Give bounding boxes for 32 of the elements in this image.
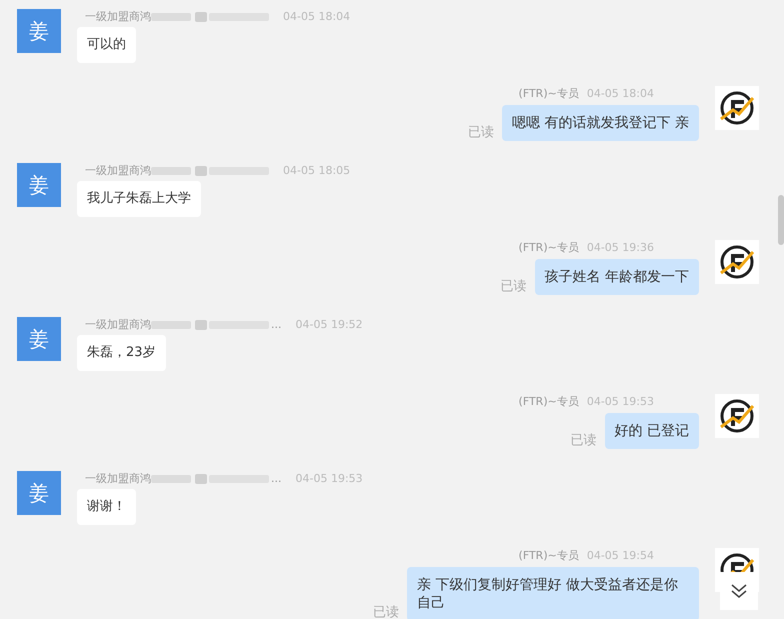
ellipsis: ... [271,316,282,333]
message-bubble: 好的 已登记 [604,413,699,449]
avatar: 姜 [17,9,61,53]
read-status: 已读 [500,279,527,294]
message-bubble: 朱磊，23岁 [77,335,166,371]
read-status: 已读 [373,605,399,619]
sender-name: (FTR)~专员 [518,394,579,410]
double-chevron-down-icon [730,582,748,600]
sender-name: 一级加盟商鸿 [85,8,151,25]
message-bubble: 嗯嗯 有的话就发我登记下 亲 [502,105,699,141]
message-bubble: 亲 下级们复制好管理好 做大受益者还是你自己 [407,567,699,619]
logo-avatar-icon [715,86,759,130]
avatar: 姜 [17,471,61,515]
avatar: 姜 [17,317,61,361]
message-bubble: 谢谢！ [77,489,136,525]
logo-avatar-icon [715,394,759,438]
sender-name: (FTR)~专员 [518,240,579,256]
sender-name: (FTR)~专员 [518,548,579,564]
read-status: 已读 [570,433,597,448]
sender-name: 一级加盟商鸿 [85,316,151,333]
sender-name: 一级加盟商鸿 [85,162,151,179]
message-bubble: 可以的 [77,27,136,63]
ellipsis: ... [271,470,282,487]
avatar: 姜 [17,163,61,207]
logo-avatar-icon [715,240,759,284]
sender-name: 一级加盟商鸿 [85,470,151,487]
read-status: 已读 [468,125,494,140]
message-bubble: 我儿子朱磊上大学 [77,181,201,217]
sender-name: (FTR)~专员 [518,86,579,102]
scroll-down-button[interactable] [720,572,758,610]
scrollbar-thumb[interactable] [778,195,784,245]
message-bubble: 孩子姓名 年龄都发一下 [534,259,699,295]
